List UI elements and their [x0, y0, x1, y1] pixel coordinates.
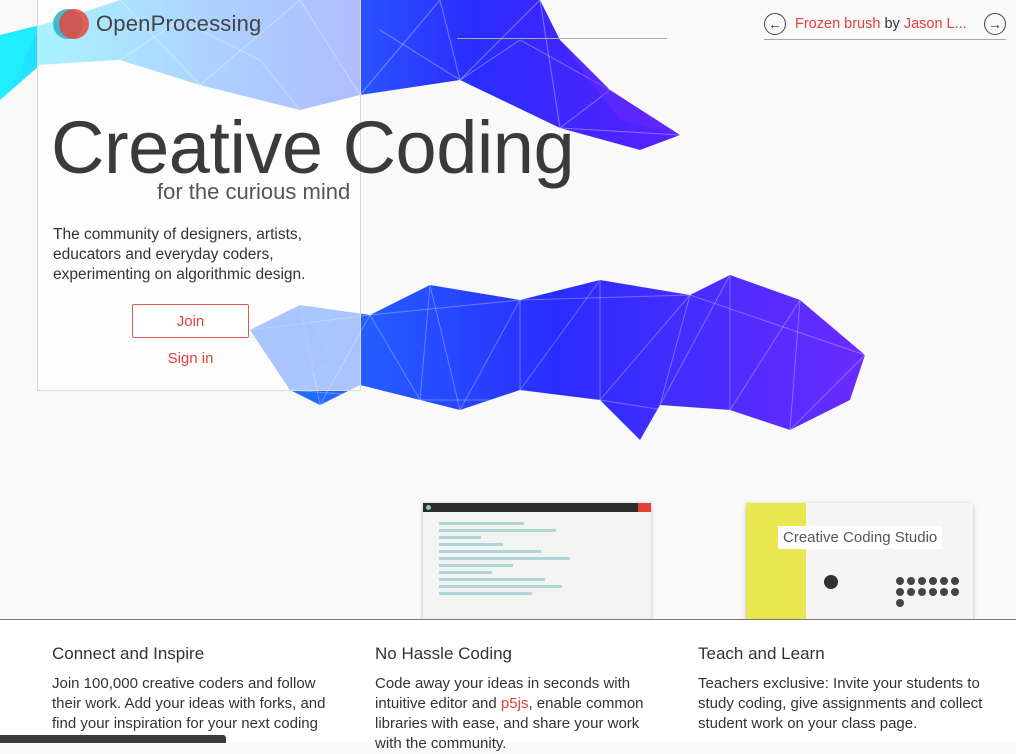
p5js-link[interactable]: p5js: [501, 695, 529, 712]
classroom-preview-screenshot: Creative Coding Studio: [746, 503, 973, 620]
arrow-right-circle-icon[interactable]: →: [984, 13, 1006, 35]
header-divider: [457, 38, 667, 39]
studio-preview-title: Creative Coding Studio: [778, 526, 943, 549]
sketch-author-link[interactable]: Jason L...: [904, 16, 967, 32]
featured-sketch-nav: ← Frozen brush by Jason L... →: [764, 9, 1006, 39]
sketch-by-label: by: [884, 16, 900, 32]
brand-name: OpenProcessing: [96, 11, 262, 36]
sign-in-link[interactable]: Sign in: [132, 350, 249, 367]
hero-title: Creative Coding: [51, 106, 575, 189]
sketch-title-link[interactable]: Frozen brush: [795, 16, 880, 32]
hero-subtitle: for the curious mind: [157, 179, 351, 204]
join-button[interactable]: Join: [132, 304, 249, 338]
feature-coding: No Hassle Coding Code away your ideas in…: [375, 644, 660, 754]
feature-text: Code away your ideas in seconds with int…: [375, 674, 660, 754]
feature-text: Join 100,000 creative coders and follow …: [52, 675, 326, 732]
openprocessing-logo-icon: [53, 9, 89, 39]
hero-description: The community of designers, artists, edu…: [53, 226, 306, 283]
site-logo[interactable]: OpenProcessing: [53, 9, 261, 39]
feature-title: Teach and Learn: [698, 644, 825, 663]
featured-sketch-info: Frozen brush by Jason L...: [795, 16, 984, 32]
features-section: Connect and Inspire Join 100,000 creativ…: [0, 620, 1016, 752]
editor-preview-screenshot: [423, 503, 651, 620]
feature-text: Teachers exclusive: Invite your students…: [698, 675, 983, 732]
sketch-nav-divider: [764, 39, 1006, 40]
feature-teach: Teach and Learn Teachers exclusive: Invi…: [698, 644, 983, 734]
arrow-left-circle-icon[interactable]: ←: [764, 13, 786, 35]
avatar: [824, 575, 838, 589]
feature-title: Connect and Inspire: [52, 644, 205, 663]
feature-connect: Connect and Inspire Join 100,000 creativ…: [52, 644, 337, 734]
browser-status-bar: [0, 735, 226, 743]
feature-title: No Hassle Coding: [375, 644, 513, 663]
student-avatars: [896, 577, 966, 607]
